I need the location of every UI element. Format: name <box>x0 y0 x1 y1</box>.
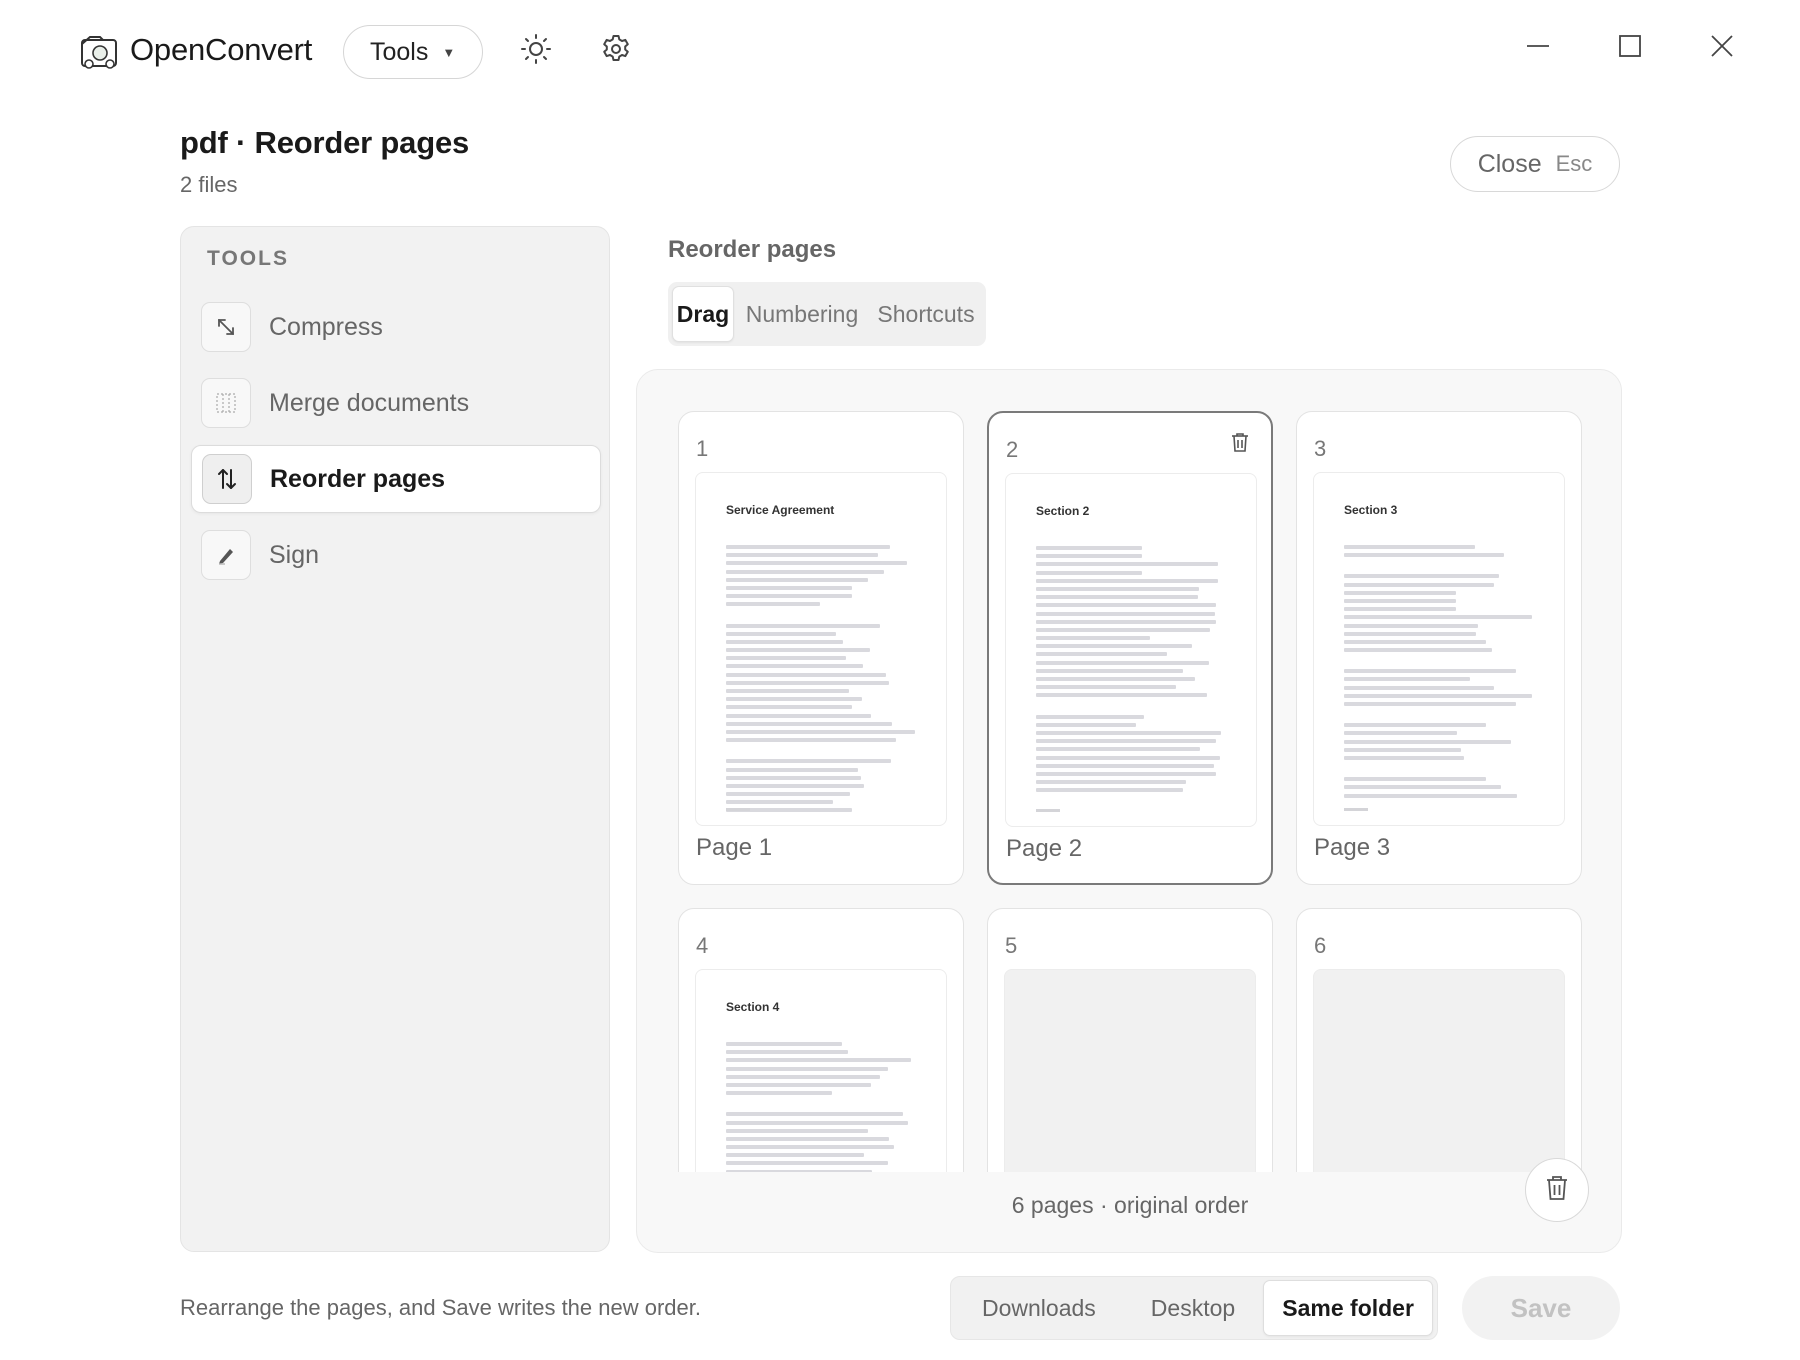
tab-shortcuts[interactable]: Shortcuts <box>870 286 982 342</box>
page-title: pdf · Reorder pages <box>180 125 470 160</box>
page-thumbnail-placeholder <box>1313 969 1565 1172</box>
thumbnail-title: Service Agreement <box>726 503 835 517</box>
chevron-down-icon: ▼ <box>442 44 456 60</box>
sidebar-item-label: Merge documents <box>269 388 470 417</box>
trash-icon <box>1545 1175 1569 1206</box>
file-count: 2 files <box>180 172 238 197</box>
maximize-icon <box>1617 33 1643 64</box>
page-card[interactable]: 5 <box>987 908 1273 1172</box>
close-button[interactable]: Close Esc <box>1450 136 1620 192</box>
thumbnail-text-lines <box>1344 545 1544 802</box>
pen-icon <box>201 530 251 580</box>
page-number: 6 <box>1314 933 1327 958</box>
destination-downloads[interactable]: Downloads <box>955 1280 1123 1336</box>
thumbnail-title: Section 2 <box>1036 504 1090 518</box>
delete-page-icon[interactable] <box>1227 429 1253 455</box>
title-bar: OpenConvert Tools ▼ <box>0 0 1800 102</box>
thumbnail-footer <box>726 808 750 811</box>
theme-toggle-button[interactable] <box>514 29 558 73</box>
sidebar-item-sign[interactable]: Sign <box>191 521 601 589</box>
page-thumbnail-placeholder <box>1004 969 1256 1172</box>
thumbnail-title: Section 4 <box>726 1000 780 1014</box>
minimize-icon <box>1525 33 1551 64</box>
tools-menu-dropdown[interactable]: Tools ▼ <box>343 25 483 79</box>
page-grid: 1 Service Agreement Page 1 2 Section 2 P… <box>637 370 1621 1172</box>
thumbnail-title: Section 3 <box>1344 503 1398 517</box>
tools-menu-label: Tools <box>370 37 429 66</box>
destination-same-folder[interactable]: Same folder <box>1263 1280 1433 1336</box>
sidebar-item-label: Reorder pages <box>270 464 446 493</box>
gear-icon <box>600 33 632 70</box>
page-number: 3 <box>1314 436 1327 461</box>
thumbnail-text-lines <box>1036 546 1236 796</box>
sidebar-item-label: Sign <box>269 540 320 569</box>
page-card[interactable]: 4 Section 4 <box>678 908 964 1172</box>
close-label: Close <box>1477 149 1542 178</box>
page-number: 2 <box>1006 437 1019 462</box>
page-thumbnail: Service Agreement <box>695 472 947 826</box>
page-card[interactable]: 1 Service Agreement Page 1 <box>678 411 964 885</box>
footer-hint: Rearrange the pages, and Save writes the… <box>180 1295 701 1320</box>
destination-desktop[interactable]: Desktop <box>1123 1280 1263 1336</box>
close-shortcut: Esc <box>1555 151 1593 176</box>
tab-drag[interactable]: Drag <box>672 286 734 342</box>
page-thumbnail: Section 3 <box>1313 472 1565 826</box>
tools-sidebar: TOOLS Compress Merge documents Reorder p… <box>180 226 610 1252</box>
app-logo-icon <box>80 34 120 70</box>
page-caption: Page 1 <box>696 834 773 861</box>
sidebar-item-compress[interactable]: Compress <box>191 293 601 361</box>
save-button[interactable]: Save <box>1462 1276 1620 1340</box>
settings-button[interactable] <box>594 29 638 73</box>
maximize-button[interactable] <box>1608 26 1652 70</box>
reorder-icon <box>202 454 252 504</box>
page-number: 1 <box>696 436 709 461</box>
page-thumbnail: Section 4 <box>695 969 947 1172</box>
close-icon <box>1709 33 1735 64</box>
sidebar-heading: TOOLS <box>207 247 289 270</box>
page-number: 5 <box>1005 933 1018 958</box>
page-grid-panel: 1 Service Agreement Page 1 2 Section 2 P… <box>636 369 1622 1253</box>
window-close-button[interactable] <box>1700 26 1744 70</box>
thumbnail-footer <box>1344 808 1368 811</box>
page-card[interactable]: 6 <box>1296 908 1582 1172</box>
thumbnail-text-lines <box>726 1042 926 1172</box>
section-title: Reorder pages <box>668 236 837 263</box>
sidebar-item-merge-documents[interactable]: Merge documents <box>191 369 601 437</box>
merge-icon <box>201 378 251 428</box>
sidebar-item-label: Compress <box>269 312 383 341</box>
page-number: 4 <box>696 933 709 958</box>
mode-tabs: Drag Numbering Shortcuts <box>668 282 986 346</box>
page-card[interactable]: 3 Section 3 Page 3 <box>1296 411 1582 885</box>
destination-selector: Downloads Desktop Same folder <box>950 1276 1438 1340</box>
app-name: OpenConvert <box>130 32 313 67</box>
compress-icon <box>201 302 251 352</box>
page-card-selected[interactable]: 2 Section 2 Page 2 <box>987 411 1273 885</box>
thumbnail-text-lines <box>726 545 926 817</box>
thumbnail-footer <box>1036 809 1060 812</box>
page-caption: Page 2 <box>1006 835 1083 862</box>
tab-numbering[interactable]: Numbering <box>734 286 870 342</box>
page-count-status: 6 pages · original order <box>1011 1192 1249 1218</box>
page-caption: Page 3 <box>1314 834 1391 861</box>
sun-icon <box>520 33 552 70</box>
sidebar-item-reorder-pages[interactable]: Reorder pages <box>191 445 601 513</box>
delete-button[interactable] <box>1525 1158 1589 1222</box>
minimize-button[interactable] <box>1516 26 1560 70</box>
page-thumbnail: Section 2 <box>1005 473 1257 827</box>
